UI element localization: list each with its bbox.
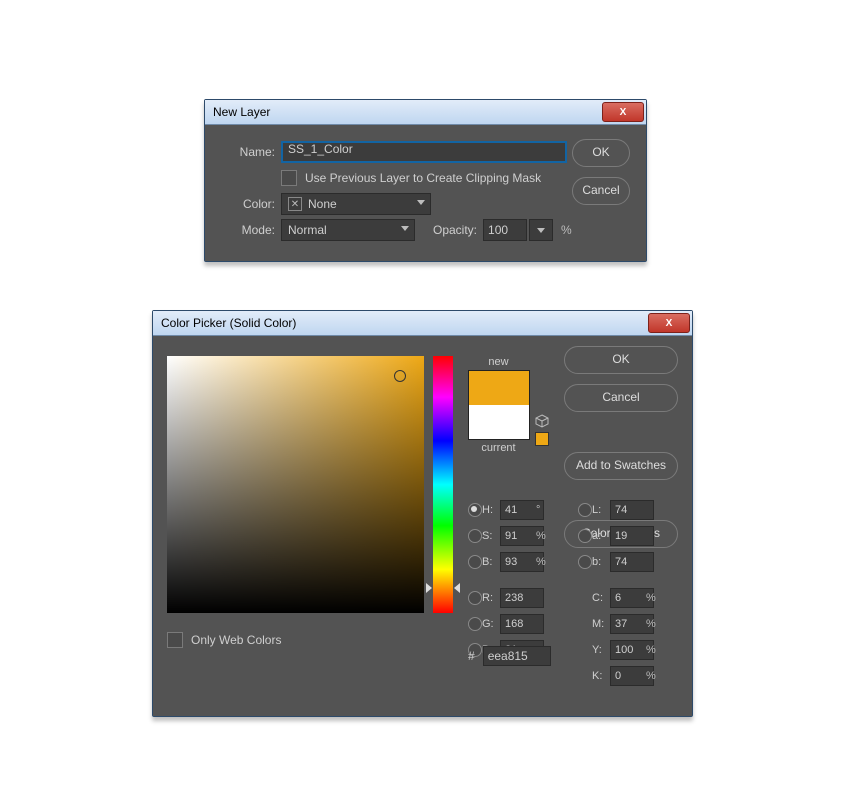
close-icon[interactable]: X [602, 102, 644, 122]
opacity-stepper[interactable] [529, 219, 553, 241]
mode-label: Mode: [219, 223, 281, 237]
g-label: G: [482, 618, 500, 630]
l-input[interactable]: 74 [610, 500, 654, 520]
clipping-mask-label: Use Previous Layer to Create Clipping Ma… [305, 171, 541, 185]
cancel-button[interactable]: Cancel [564, 384, 678, 412]
gamut-swatch-icon[interactable] [535, 432, 549, 446]
ok-button[interactable]: OK [572, 139, 630, 167]
mode-dropdown[interactable]: Normal [281, 219, 415, 241]
new-label: new [466, 356, 531, 368]
k-unit: % [646, 670, 664, 682]
new-color-swatch[interactable] [469, 371, 529, 405]
m-label: M: [592, 618, 610, 630]
hex-input[interactable]: eea815 [483, 646, 551, 666]
color-picker-dialog: Color Picker (Solid Color) X new current… [152, 310, 693, 717]
opacity-label: Opacity: [433, 223, 477, 237]
color-picker-title: Color Picker (Solid Color) [161, 316, 296, 330]
r-radio[interactable] [468, 591, 482, 605]
y-label: Y: [592, 644, 610, 656]
current-color-swatch[interactable] [469, 405, 529, 439]
l-radio[interactable] [578, 503, 592, 517]
hue-indicator-icon [426, 583, 432, 593]
h-label: H: [482, 504, 500, 516]
chevron-down-icon [401, 226, 409, 231]
color-picker-title-bar[interactable]: Color Picker (Solid Color) X [153, 311, 692, 336]
hue-slider[interactable] [433, 356, 453, 613]
r-input[interactable]: 238 [500, 588, 544, 608]
g-radio[interactable] [468, 617, 482, 631]
s-radio[interactable] [468, 529, 482, 543]
blab-label: b: [592, 556, 610, 568]
color-value: None [308, 197, 337, 211]
y-unit: % [646, 644, 664, 656]
opacity-input[interactable]: 100 [483, 219, 527, 241]
clipping-mask-checkbox[interactable] [281, 170, 297, 186]
color-field[interactable] [167, 356, 424, 613]
a-label: a: [592, 530, 610, 542]
a-radio[interactable] [578, 529, 592, 543]
br-radio[interactable] [468, 555, 482, 569]
name-input[interactable]: SS_1_Color [281, 141, 567, 163]
current-label: current [466, 442, 531, 454]
g-input[interactable]: 168 [500, 614, 544, 634]
k-label: K: [592, 670, 610, 682]
chevron-down-icon [417, 200, 425, 205]
c-unit: % [646, 592, 664, 604]
color-label: Color: [219, 197, 281, 211]
only-web-colors-checkbox[interactable] [167, 632, 183, 648]
ok-button[interactable]: OK [564, 346, 678, 374]
name-label: Name: [219, 145, 281, 159]
h-unit: ° [536, 504, 554, 516]
m-unit: % [646, 618, 664, 630]
none-swatch-icon: ✕ [288, 197, 302, 211]
blab-radio[interactable] [578, 555, 592, 569]
new-layer-dialog: New Layer X OK Cancel Name: SS_1_Color U… [204, 99, 647, 262]
chevron-down-icon [537, 228, 545, 233]
only-web-colors-label: Only Web Colors [191, 633, 281, 647]
a-input[interactable]: 19 [610, 526, 654, 546]
s-label: S: [482, 530, 500, 542]
br-unit: % [536, 556, 554, 568]
new-layer-title-bar[interactable]: New Layer X [205, 100, 646, 125]
h-radio[interactable] [468, 503, 482, 517]
r-label: R: [482, 592, 500, 604]
close-icon[interactable]: X [648, 313, 690, 333]
color-dropdown[interactable]: ✕ None [281, 193, 431, 215]
c-label: C: [592, 592, 610, 604]
mode-value: Normal [288, 223, 327, 237]
opacity-unit: % [561, 223, 572, 237]
color-marker-icon [394, 370, 406, 382]
hue-indicator-icon [454, 583, 460, 593]
new-current-swatches: new current [466, 356, 531, 454]
blab-input[interactable]: 74 [610, 552, 654, 572]
cancel-button[interactable]: Cancel [572, 177, 630, 205]
s-unit: % [536, 530, 554, 542]
hex-label: # [468, 649, 475, 663]
cube-icon [535, 414, 549, 428]
new-layer-title: New Layer [213, 105, 270, 119]
br-label: B: [482, 556, 500, 568]
l-label: L: [592, 504, 610, 516]
add-to-swatches-button[interactable]: Add to Swatches [564, 452, 678, 480]
